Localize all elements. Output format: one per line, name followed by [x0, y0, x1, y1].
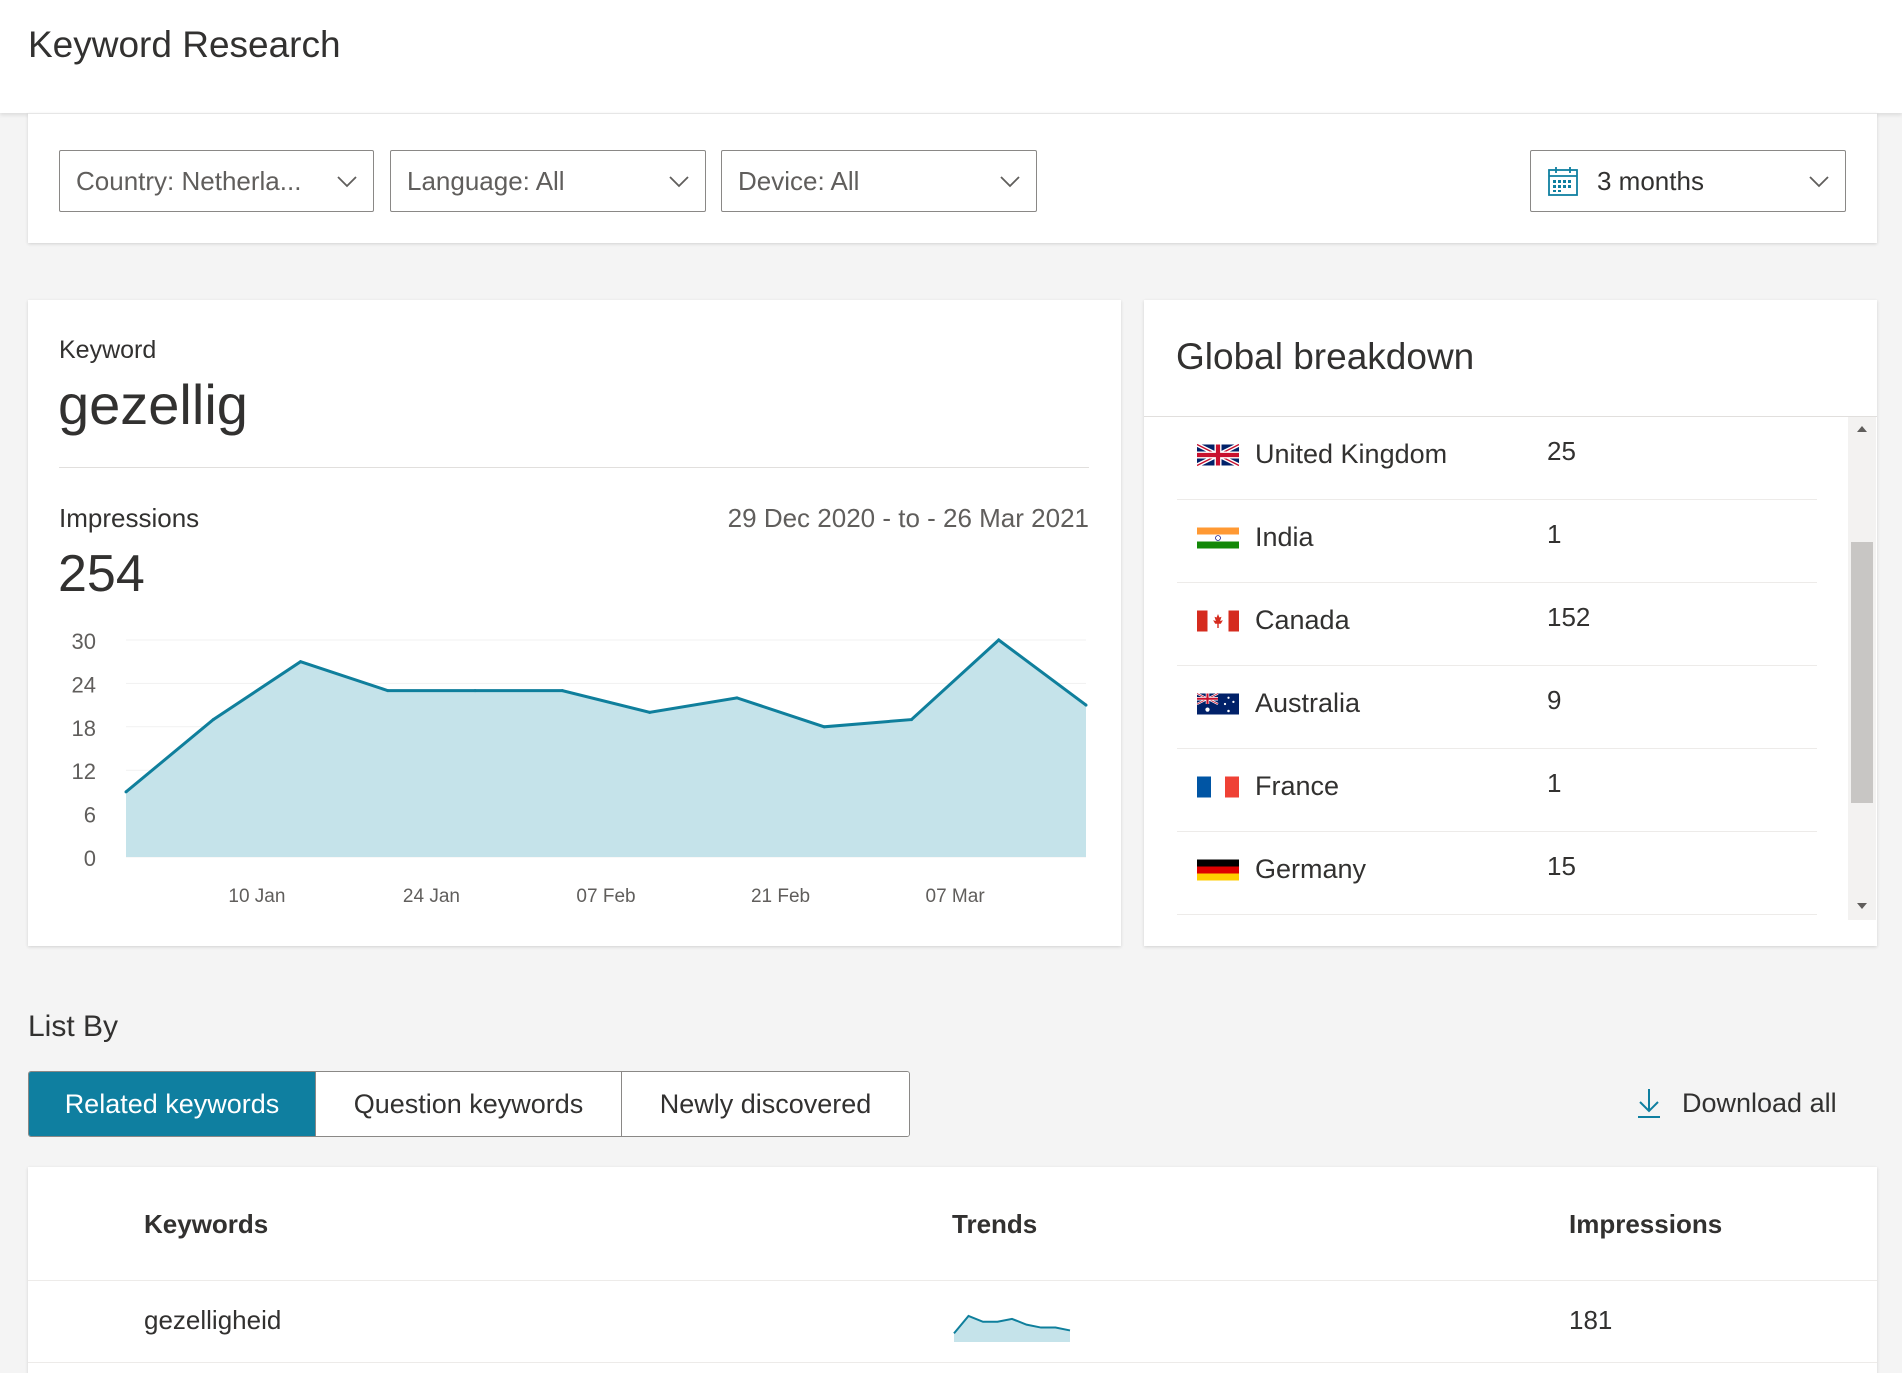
country-row: Canada 152 [1177, 583, 1817, 666]
download-all-button[interactable]: Download all [1636, 1087, 1837, 1119]
india-flag-icon [1197, 527, 1239, 549]
country-name: Germany [1255, 854, 1367, 884]
device-dropdown-label: Device: All [738, 165, 860, 196]
germany-flag-icon [1197, 859, 1239, 881]
country-row: India 1 [1177, 500, 1817, 583]
impressions-value: 254 [58, 545, 145, 603]
chevron-down-icon [669, 176, 689, 188]
header-trends[interactable]: Trends [952, 1209, 1037, 1240]
divider [28, 1362, 1877, 1363]
data-point [299, 660, 303, 664]
country-value: 15 [1547, 851, 1576, 881]
australia-flag-icon [1197, 692, 1239, 715]
device-dropdown[interactable]: Device: All [721, 150, 1037, 212]
y-tick-label: 12 [72, 759, 96, 784]
country-row: Australia 9 [1177, 666, 1817, 749]
global-breakdown-title: Global breakdown [1176, 336, 1475, 377]
download-all-label: Download all [1682, 1087, 1837, 1118]
divider [28, 1280, 1877, 1281]
row-keyword[interactable]: gezelligheid [144, 1305, 281, 1336]
data-point [735, 696, 739, 700]
country-list-scrollbar[interactable] [1848, 417, 1876, 920]
x-tick-label: 10 Jan [228, 886, 285, 907]
data-point [124, 790, 128, 794]
y-tick-label: 18 [72, 716, 96, 741]
france-flag-icon [1197, 776, 1239, 798]
data-point [386, 689, 390, 693]
chevron-down-icon [337, 176, 357, 188]
period-dropdown[interactable]: 3 months [1530, 150, 1846, 212]
x-tick-label: 21 Feb [751, 886, 810, 907]
header-impressions[interactable]: Impressions [1569, 1209, 1722, 1240]
keyword-card: Keyword gezellig Impressions 254 29 Dec … [28, 300, 1121, 946]
tab-related-keywords[interactable]: Related keywords [29, 1072, 316, 1136]
tab-newly-discovered[interactable]: Newly discovered [622, 1072, 909, 1136]
data-point [560, 689, 564, 693]
list-by-tabs: Related keywords Question keywords Newly… [28, 1071, 910, 1137]
country-name: India [1255, 522, 1314, 552]
canada-flag-icon [1197, 610, 1239, 632]
data-point [822, 725, 826, 729]
impressions-chart: 0 6 12 18 24 30 10 Jan 24 Jan 07 Feb 21 Feb 07 Mar [72, 629, 1088, 907]
language-dropdown[interactable]: Language: All [390, 150, 706, 212]
x-tick-label: 07 Mar [926, 886, 986, 907]
uk-flag-icon [1197, 442, 1239, 468]
y-tick-label: 30 [72, 629, 96, 654]
data-point [1084, 703, 1088, 707]
date-range: 29 Dec 2020 - to - 26 Mar 2021 [727, 503, 1089, 533]
area-fill [126, 640, 1086, 857]
download-icon [1638, 1089, 1660, 1118]
country-list: United Kingdom 25 India 1 Canada 152 Aus… [1177, 417, 1817, 915]
country-value: 9 [1547, 685, 1562, 715]
row-impressions: 181 [1569, 1305, 1613, 1335]
period-dropdown-label: 3 months [1597, 165, 1704, 196]
data-point [909, 718, 913, 722]
scroll-up-icon[interactable] [1854, 421, 1870, 437]
country-name: Australia [1255, 688, 1361, 718]
y-tick-label: 0 [84, 846, 96, 871]
y-tick-label: 24 [72, 672, 96, 697]
keyword-label: Keyword [59, 336, 157, 364]
country-row: Germany 15 [1177, 832, 1817, 915]
country-name: France [1255, 771, 1340, 801]
country-value: 1 [1547, 768, 1562, 798]
country-name: Canada [1255, 605, 1350, 635]
country-row: United Kingdom 25 [1177, 417, 1817, 500]
trend-sparkline [953, 1314, 1071, 1342]
country-row: France 1 [1177, 749, 1817, 832]
chevron-down-icon [1809, 176, 1829, 188]
calendar-icon [1548, 167, 1578, 196]
x-tick-label: 07 Feb [576, 886, 635, 907]
country-name: United Kingdom [1255, 439, 1448, 469]
header-keywords[interactable]: Keywords [144, 1209, 268, 1240]
chevron-down-icon [1000, 176, 1020, 188]
list-by-label: List By [28, 1010, 119, 1043]
country-value: 1 [1547, 519, 1562, 549]
country-dropdown-label: Country: Netherla... [76, 165, 302, 196]
scrollbar-thumb[interactable] [1851, 542, 1873, 803]
impressions-label: Impressions [59, 503, 200, 533]
data-point [211, 718, 215, 722]
page-title: Keyword Research [28, 24, 341, 65]
language-dropdown-label: Language: All [407, 165, 565, 196]
tab-question-keywords[interactable]: Question keywords [316, 1072, 622, 1136]
keyword-value: gezellig [58, 373, 248, 436]
scroll-down-icon[interactable] [1854, 898, 1870, 914]
country-value: 25 [1547, 436, 1576, 466]
x-tick-label: 24 Jan [403, 886, 460, 907]
y-tick-label: 6 [84, 803, 96, 828]
top-bar: Keyword Research [0, 0, 1902, 113]
data-point [473, 689, 477, 693]
global-breakdown-card: Global breakdown United Kingdom 25 India… [1144, 300, 1877, 946]
country-value: 152 [1547, 602, 1591, 632]
keywords-table: Keywords Trends Impressions gezelligheid… [28, 1167, 1877, 1373]
data-point [997, 638, 1001, 642]
divider [59, 467, 1089, 468]
country-dropdown[interactable]: Country: Netherla... [59, 150, 374, 212]
filter-bar: Country: Netherla... Language: All Devic… [28, 113, 1877, 243]
data-point [648, 710, 652, 714]
